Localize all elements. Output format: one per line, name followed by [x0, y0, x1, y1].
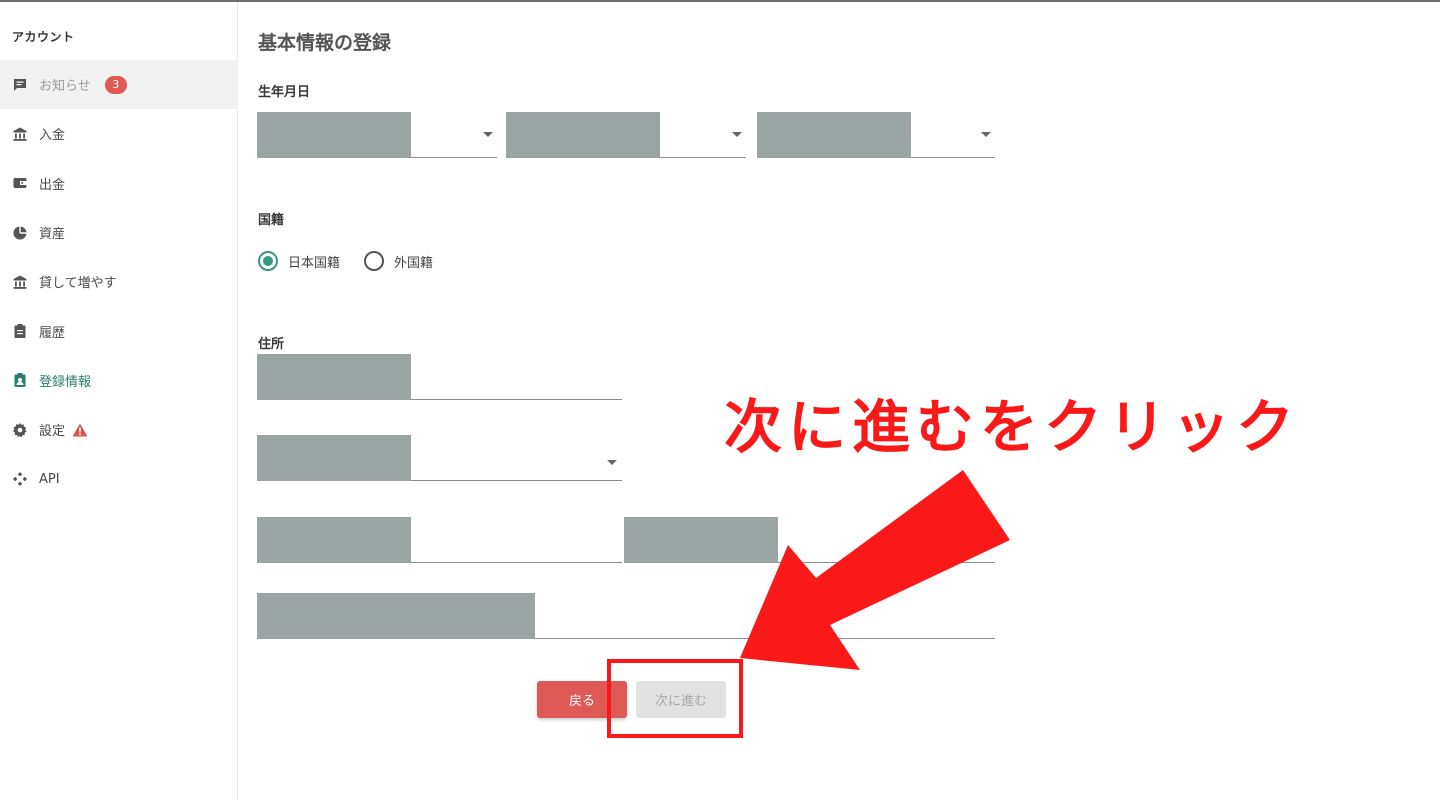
sidebar-item-api[interactable]: API [0, 454, 238, 503]
caret-down-icon [483, 132, 493, 137]
sidebar-item-deposit[interactable]: 入金 [0, 109, 238, 158]
birth-day-select[interactable] [757, 112, 995, 158]
sidebar-item-registration[interactable]: 登録情報 [0, 356, 238, 405]
pie-chart-icon [12, 225, 28, 241]
sidebar-item-history[interactable]: 履歴 [0, 306, 238, 355]
sidebar-item-label: 履歴 [39, 325, 66, 341]
redacted-value [257, 354, 411, 400]
radio-unchecked-icon [364, 251, 385, 271]
annotation-callout-text: 次に進むをクリック [724, 393, 1301, 461]
redacted-value [257, 435, 411, 481]
redacted-value [257, 593, 535, 639]
radio-checked-icon [258, 251, 278, 271]
sidebar-item-assets[interactable]: 資産 [0, 208, 238, 257]
sidebar-item-label: 貸して増やす [39, 276, 117, 292]
clipboard-icon [12, 323, 28, 339]
birth-year-select[interactable] [257, 112, 497, 158]
sidebar-item-lending[interactable]: 貸して増やす [0, 257, 238, 306]
redacted-value [506, 112, 660, 158]
bank-icon [12, 126, 28, 142]
sidebar-item-settings[interactable]: 設定 [0, 405, 238, 454]
bank-icon [12, 274, 28, 290]
caret-down-icon [732, 132, 742, 137]
message-icon [12, 77, 28, 93]
radio-foreign[interactable]: 外国籍 [364, 251, 433, 271]
radio-japanese[interactable]: 日本国籍 [258, 251, 340, 271]
birthdate-label: 生年月日 [258, 85, 311, 100]
sidebar-item-label: 出金 [39, 177, 66, 193]
caret-down-icon [981, 132, 991, 137]
sidebar-item-label: 登録情報 [39, 374, 92, 390]
city-input[interactable] [257, 517, 622, 563]
id-badge-icon [12, 372, 28, 388]
sidebar-nav: お知らせ 3 入金 出金 資産 貸して増やす 履歴 登録情報 設定 API [0, 60, 238, 504]
sidebar-item-label: API [39, 471, 60, 487]
prefecture-select[interactable] [257, 435, 622, 481]
sidebar-item-notifications[interactable]: お知らせ 3 [0, 60, 238, 110]
sidebar: アカウント お知らせ 3 入金 出金 資産 貸して増やす 履歴 登録情報 設定 … [0, 2, 238, 800]
api-icon [12, 471, 28, 487]
postal-code-input[interactable] [257, 354, 622, 400]
caret-down-icon [607, 460, 617, 465]
sidebar-item-label: 設定 [39, 424, 66, 440]
radio-label: 日本国籍 [288, 255, 341, 271]
nationality-label: 国籍 [258, 213, 285, 228]
sidebar-heading: アカウント [12, 30, 75, 44]
birth-month-select[interactable] [506, 112, 746, 158]
sidebar-item-label: お知らせ [39, 79, 91, 95]
annotation-highlight-box [607, 659, 743, 738]
annotation-arrow-icon [740, 470, 1010, 670]
redacted-value [257, 517, 411, 563]
sidebar-item-label: 入金 [39, 128, 66, 144]
sidebar-item-withdraw[interactable]: 出金 [0, 159, 238, 208]
wallet-icon [12, 175, 28, 191]
redacted-value [257, 112, 411, 158]
page-title: 基本情報の登録 [258, 32, 392, 54]
sidebar-item-label: 資産 [39, 227, 66, 243]
notification-count-badge: 3 [104, 75, 127, 94]
gear-icon [12, 422, 28, 438]
redacted-value [757, 112, 911, 158]
nationality-radio-group: 日本国籍 外国籍 [258, 251, 457, 271]
radio-label: 外国籍 [394, 255, 434, 271]
warning-icon [72, 423, 88, 437]
address-label: 住所 [258, 337, 285, 352]
